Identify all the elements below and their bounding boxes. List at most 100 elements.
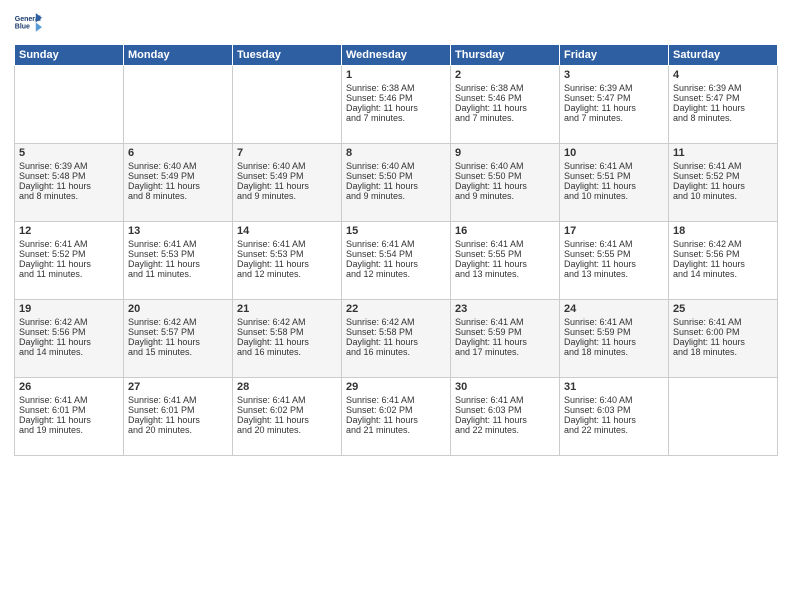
day-info: Daylight: 11 hours — [237, 415, 337, 425]
day-info: and 8 minutes. — [673, 113, 773, 123]
day-info: and 14 minutes. — [673, 269, 773, 279]
day-info: Sunrise: 6:39 AM — [673, 83, 773, 93]
day-info: and 16 minutes. — [237, 347, 337, 357]
day-number: 17 — [564, 225, 664, 237]
day-info: Sunrise: 6:40 AM — [346, 161, 446, 171]
calendar-cell: 12Sunrise: 6:41 AMSunset: 5:52 PMDayligh… — [15, 222, 124, 300]
day-number: 10 — [564, 147, 664, 159]
day-number: 28 — [237, 381, 337, 393]
day-number: 5 — [19, 147, 119, 159]
calendar: SundayMondayTuesdayWednesdayThursdayFrid… — [14, 44, 778, 456]
day-info: and 10 minutes. — [564, 191, 664, 201]
day-info: Sunrise: 6:40 AM — [128, 161, 228, 171]
day-number: 20 — [128, 303, 228, 315]
day-info: Daylight: 11 hours — [673, 103, 773, 113]
header: General Blue — [14, 10, 778, 38]
day-number: 31 — [564, 381, 664, 393]
logo: General Blue — [14, 10, 42, 38]
calendar-week-row: 26 Sunrise: 6:41 AM Sunset: 6:01 PM Dayligh… — [15, 378, 778, 456]
day-info: Sunrise: 6:41 AM — [455, 239, 555, 249]
weekday-header: Wednesday — [342, 45, 451, 66]
day-info: Sunset: 5:58 PM — [346, 327, 446, 337]
day-info: Sunset: 5:59 PM — [564, 327, 664, 337]
day-info: and 19 minutes. — [19, 425, 119, 435]
calendar-cell: 29Sunrise: 6:41 AMSunset: 6:02 PMDayligh… — [342, 378, 451, 456]
day-info: Daylight: 11 hours — [455, 337, 555, 347]
day-info: Daylight: 11 hours — [346, 337, 446, 347]
calendar-cell: 14Sunrise: 6:41 AMSunset: 5:53 PMDayligh… — [233, 222, 342, 300]
calendar-cell: 15Sunrise: 6:41 AMSunset: 5:54 PMDayligh… — [342, 222, 451, 300]
day-info: Daylight: 11 hours — [564, 259, 664, 269]
day-info: and 12 minutes. — [346, 269, 446, 279]
day-number: 7 — [237, 147, 337, 159]
day-info: Sunrise: 6:41 AM — [673, 161, 773, 171]
day-number: 19 — [19, 303, 119, 315]
day-info: and 7 minutes. — [564, 113, 664, 123]
day-info: Sunrise: 6:41 AM — [455, 317, 555, 327]
day-info: Daylight: 11 hours — [346, 415, 446, 425]
calendar-week-row: 5Sunrise: 6:39 AMSunset: 5:48 PMDaylight… — [15, 144, 778, 222]
day-info: Daylight: 11 hours — [455, 259, 555, 269]
day-info: Daylight: 11 hours — [564, 337, 664, 347]
day-info: Sunrise: 6:41 AM — [128, 239, 228, 249]
calendar-cell: 3Sunrise: 6:39 AMSunset: 5:47 PMDaylight… — [560, 66, 669, 144]
page: General Blue SundayMondayTuesdayWednesda… — [0, 0, 792, 612]
day-info: Sunrise: 6:41 AM — [237, 395, 337, 405]
day-info: and 21 minutes. — [346, 425, 446, 435]
logo-icon: General Blue — [14, 10, 42, 38]
day-number: 2 — [455, 69, 555, 81]
day-info: Sunset: 5:47 PM — [673, 93, 773, 103]
day-number: 13 — [128, 225, 228, 237]
day-info: and 12 minutes. — [237, 269, 337, 279]
day-number: 25 — [673, 303, 773, 315]
day-info: Sunset: 6:01 PM — [19, 405, 119, 415]
day-info: Sunset: 5:56 PM — [673, 249, 773, 259]
day-info: Sunrise: 6:41 AM — [455, 395, 555, 405]
day-info: Sunrise: 6:42 AM — [19, 317, 119, 327]
day-info: Sunset: 5:59 PM — [455, 327, 555, 337]
day-info: Daylight: 11 hours — [564, 181, 664, 191]
calendar-header-row: SundayMondayTuesdayWednesdayThursdayFrid… — [15, 45, 778, 66]
day-info: Sunset: 6:00 PM — [673, 327, 773, 337]
day-info: Sunrise: 6:41 AM — [564, 317, 664, 327]
calendar-week-row: 12Sunrise: 6:41 AMSunset: 5:52 PMDayligh… — [15, 222, 778, 300]
day-number: 12 — [19, 225, 119, 237]
calendar-cell — [15, 66, 124, 144]
day-info: Daylight: 11 hours — [673, 259, 773, 269]
day-info: Daylight: 11 hours — [128, 181, 228, 191]
day-info: Sunrise: 6:41 AM — [19, 239, 119, 249]
day-info: Sunrise: 6:42 AM — [346, 317, 446, 327]
day-number: 22 — [346, 303, 446, 315]
day-info: Sunrise: 6:38 AM — [346, 83, 446, 93]
day-number: 11 — [673, 147, 773, 159]
day-info: and 11 minutes. — [19, 269, 119, 279]
weekday-header: Friday — [560, 45, 669, 66]
day-number: 26 — [19, 381, 119, 393]
day-info: Sunrise: 6:39 AM — [564, 83, 664, 93]
day-info: and 20 minutes. — [128, 425, 228, 435]
calendar-cell: 26Sunrise: 6:41 AMSunset: 6:01 PMDayligh… — [15, 378, 124, 456]
day-info: Sunset: 6:02 PM — [346, 405, 446, 415]
calendar-cell: 5Sunrise: 6:39 AMSunset: 5:48 PMDaylight… — [15, 144, 124, 222]
day-info: and 9 minutes. — [346, 191, 446, 201]
calendar-cell: 25Sunrise: 6:41 AMSunset: 6:00 PMDayligh… — [669, 300, 778, 378]
day-info: Sunrise: 6:38 AM — [455, 83, 555, 93]
day-info: Sunrise: 6:39 AM — [19, 161, 119, 171]
weekday-header: Tuesday — [233, 45, 342, 66]
day-info: Sunset: 5:56 PM — [19, 327, 119, 337]
day-info: and 18 minutes. — [564, 347, 664, 357]
day-info: Sunset: 5:58 PM — [237, 327, 337, 337]
day-info: Sunrise: 6:40 AM — [455, 161, 555, 171]
day-info: and 7 minutes. — [455, 113, 555, 123]
day-info: and 10 minutes. — [673, 191, 773, 201]
day-info: Sunrise: 6:41 AM — [564, 161, 664, 171]
day-info: Daylight: 11 hours — [564, 415, 664, 425]
day-info: and 8 minutes. — [128, 191, 228, 201]
day-info: and 11 minutes. — [128, 269, 228, 279]
calendar-cell: 28Sunrise: 6:41 AMSunset: 6:02 PMDayligh… — [233, 378, 342, 456]
day-info: Daylight: 11 hours — [455, 415, 555, 425]
day-number: 1 — [346, 69, 446, 81]
calendar-cell: 22 Sunrise: 6:42 AMSunset: 5:58 PMDayligh… — [342, 300, 451, 378]
calendar-week-row: 19Sunrise: 6:42 AMSunset: 5:56 PMDayligh… — [15, 300, 778, 378]
day-info: Sunset: 6:03 PM — [564, 405, 664, 415]
